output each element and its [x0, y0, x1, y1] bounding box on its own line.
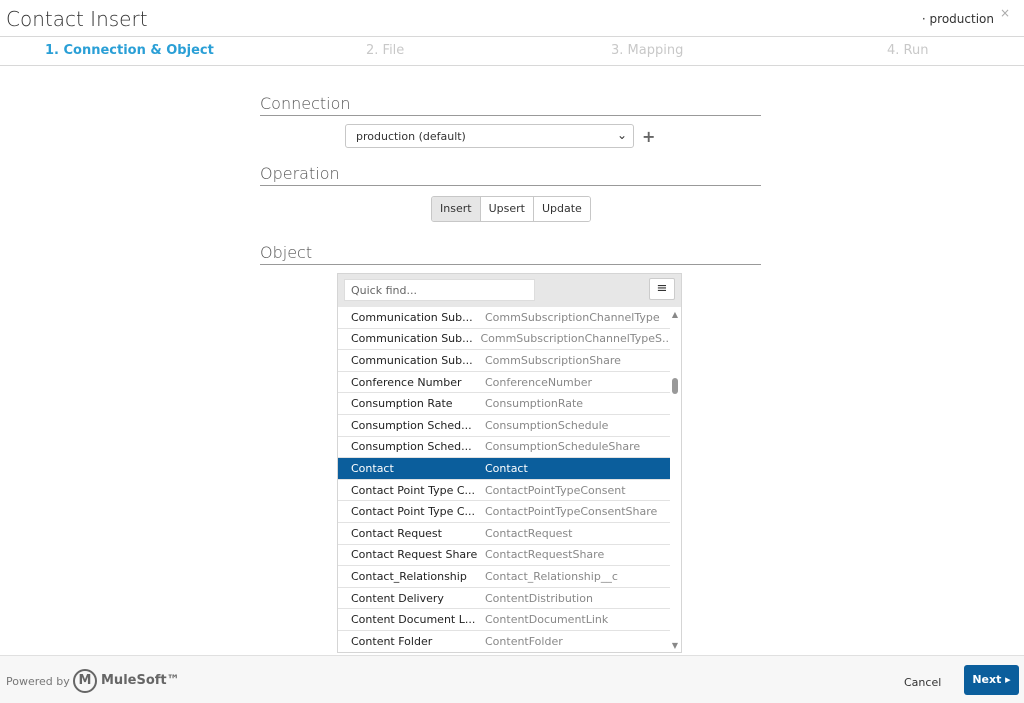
object-panel: Quick find... ≡ Communication Sub... Comm… [337, 273, 682, 653]
update-button[interactable]: Update [533, 197, 590, 221]
object-api-name: ContentFolder [485, 634, 563, 648]
object-api-name: ConsumptionScheduleShare [485, 440, 641, 454]
object-api-name: ContactPointTypeConsentShare [485, 505, 658, 519]
object-row[interactable]: Contact Point Type C... ContactPointTypeC… [338, 501, 670, 523]
object-api-name: ConsumptionSchedule [485, 418, 609, 432]
scrollbar[interactable] [669, 307, 681, 652]
quick-find-input[interactable]: Quick find... [344, 279, 535, 301]
step-connection-object[interactable]: 1. Connection & Object [45, 43, 214, 58]
operation-button-group: Insert Upsert Update [431, 196, 591, 222]
object-row[interactable]: Contact Request ContactRequest [338, 523, 670, 545]
upsert-button[interactable]: Upsert [480, 197, 534, 221]
object-row[interactable]: Communication Sub... CommSubscriptionShar… [338, 350, 670, 372]
dialog-title: Contact Insert [6, 7, 148, 31]
object-row[interactable]: Communication Sub... CommSubscriptionChan… [338, 307, 670, 329]
object-section-title: Object [260, 243, 761, 265]
object-row[interactable]: Consumption Sched... ConsumptionSchedule [338, 415, 670, 437]
object-row[interactable]: Contact Request Share ContactRequestShare [338, 545, 670, 567]
footer: Powered by M MuleSoft™ Cancel Next ▸ [0, 655, 1024, 703]
object-api-name: Contact_Relationship__c [485, 569, 618, 583]
object-api-name: ContentDistribution [485, 591, 593, 605]
object-row[interactable]: Communication Sub... CommSubscriptionChan… [338, 329, 670, 351]
next-button[interactable]: Next ▸ [964, 665, 1019, 695]
object-row[interactable]: Content Delivery ContentDistribution [338, 588, 670, 610]
mulesoft-logo-icon: M [73, 669, 97, 693]
object-label: Consumption Sched... [351, 418, 472, 432]
object-label: Contact_Relationship [351, 569, 467, 583]
list-menu-icon[interactable]: ≡ [649, 278, 675, 300]
object-api-name: ContentDocumentLink [485, 613, 609, 627]
object-api-name: ConferenceNumber [485, 375, 593, 389]
object-label: Content Delivery [351, 591, 444, 605]
object-label: Communication Sub... [351, 310, 473, 324]
connection-selected-value: production (default) [356, 130, 466, 143]
object-label: Contact Request [351, 526, 442, 540]
step-run[interactable]: 4. Run [887, 43, 928, 58]
connection-section-title: Connection [260, 94, 761, 116]
object-row[interactable]: Content Document L... ContentDocumentLink [338, 609, 670, 631]
object-row[interactable]: Consumption Sched... ConsumptionScheduleS… [338, 437, 670, 459]
object-api-name: CommSubscriptionShare [485, 353, 621, 367]
object-list: Communication Sub... CommSubscriptionChan… [338, 307, 670, 652]
step-mapping[interactable]: 3. Mapping [611, 43, 683, 58]
powered-by-label: Powered by [6, 675, 70, 688]
object-api-name: ConsumptionRate [485, 397, 584, 411]
object-row[interactable]: Contact Contact [338, 458, 670, 480]
object-label: Contact Request Share [351, 548, 478, 562]
object-label: Contact [351, 461, 394, 475]
object-row[interactable]: Content Folder ContentFolder [338, 631, 670, 652]
object-label: Content Folder [351, 634, 433, 648]
object-row[interactable]: Contact_Relationship Contact_Relationship… [338, 566, 670, 588]
object-api-name: CommSubscriptionChannelTypeS... [480, 332, 670, 346]
object-label: Content Document L... [351, 613, 476, 627]
wizard-steps: 1. Connection & Object 2. File 3. Mappin… [0, 36, 1024, 66]
object-api-name: ContactRequestShare [485, 548, 605, 562]
insert-button[interactable]: Insert [432, 197, 481, 221]
scroll-thumb[interactable] [672, 378, 678, 394]
object-label: Consumption Rate [351, 397, 453, 411]
close-icon[interactable]: × [1000, 6, 1010, 20]
cancel-button[interactable]: Cancel [904, 676, 941, 689]
object-label: Consumption Sched... [351, 440, 472, 454]
connection-select[interactable]: production (default) ⌄ [345, 124, 634, 148]
object-label: Communication Sub... [351, 353, 473, 367]
object-api-name: ContactRequest [485, 526, 573, 540]
add-connection-button[interactable]: + [642, 127, 655, 146]
object-row[interactable]: Consumption Rate ConsumptionRate [338, 393, 670, 415]
object-label: Contact Point Type C... [351, 483, 476, 497]
object-api-name: CommSubscriptionChannelType [485, 310, 660, 324]
object-api-name: Contact [485, 461, 528, 475]
environment-label: · production [921, 12, 994, 26]
object-panel-header: Quick find... ≡ [338, 274, 681, 307]
object-row[interactable]: Contact Point Type C... ContactPointTypeC… [338, 480, 670, 502]
object-api-name: ContactPointTypeConsent [485, 483, 626, 497]
object-row[interactable]: Conference Number ConferenceNumber [338, 372, 670, 394]
object-label: Contact Point Type C... [351, 505, 476, 519]
object-label: Communication Sub... [351, 332, 473, 346]
operation-section-title: Operation [260, 164, 761, 186]
object-label: Conference Number [351, 375, 462, 389]
chevron-down-icon: ⌄ [616, 128, 627, 142]
scroll-up-icon[interactable]: ▲ [672, 310, 678, 319]
mulesoft-brand: MuleSoft™ [101, 673, 180, 688]
step-file[interactable]: 2. File [366, 43, 404, 58]
scroll-down-icon[interactable]: ▼ [672, 641, 678, 650]
